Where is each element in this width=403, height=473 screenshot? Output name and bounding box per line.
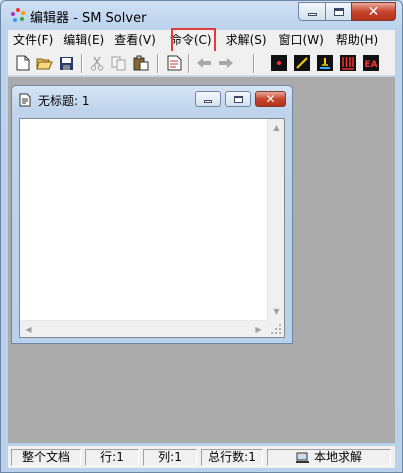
command-icon [167, 55, 181, 71]
support-icon [317, 55, 333, 71]
save-button[interactable] [57, 54, 75, 72]
status-bar: 整个文档 行:1 列:1 总行数:1 本地求解 [8, 446, 395, 468]
text-editor[interactable]: ▲ ▼ ◀ ▶ [19, 118, 285, 338]
minimize-icon [307, 13, 317, 16]
local-solve-icon [295, 452, 309, 463]
window-title: 编辑器 - SM Solver [30, 11, 147, 26]
document-window: 无标题: 1 ✕ ▲ ▼ ◀ ▶ [11, 85, 293, 344]
distributed-load-button[interactable] [339, 54, 357, 72]
app-icon [11, 8, 25, 22]
close-button[interactable]: ✕ [351, 2, 396, 21]
copy-icon [111, 56, 125, 70]
document-icon [19, 93, 31, 107]
toolbar-separator [253, 54, 255, 73]
menu-file[interactable]: 文件(F) [8, 31, 58, 50]
vertical-scrollbar[interactable]: ▲ ▼ [267, 119, 284, 320]
new-file-button[interactable] [14, 54, 32, 72]
toolbar-separator [188, 54, 190, 73]
distributed-load-icon [340, 55, 356, 71]
maximize-button[interactable] [325, 2, 351, 21]
cut-button[interactable] [88, 54, 106, 72]
maximize-icon [333, 7, 344, 16]
status-scope: 整个文档 [11, 449, 81, 466]
point-icon [271, 55, 287, 71]
size-grip-icon [271, 324, 281, 334]
status-total-rows: 总行数:1 [201, 449, 263, 466]
ea-button[interactable]: EA [362, 54, 380, 72]
scroll-right-icon[interactable]: ▶ [250, 321, 267, 338]
paste-button[interactable] [132, 54, 150, 72]
ea-icon-label: EA [364, 60, 377, 70]
doc-maximize-button[interactable] [225, 91, 251, 107]
minimize-button[interactable] [298, 2, 325, 21]
close-icon: ✕ [265, 92, 276, 106]
menu-help[interactable]: 帮助(H) [331, 31, 383, 50]
document-title: 无标题: 1 [38, 94, 90, 108]
status-mode: 本地求解 [313, 450, 362, 464]
doc-minimize-button[interactable] [195, 91, 221, 107]
close-icon: ✕ [367, 3, 380, 20]
toolbar-separator [157, 54, 159, 73]
title-bar[interactable]: 编辑器 - SM Solver ✕ [1, 1, 402, 29]
status-row: 行:1 [85, 449, 139, 466]
scroll-up-icon[interactable]: ▲ [268, 119, 285, 136]
open-button[interactable] [35, 54, 53, 72]
forward-button[interactable] [217, 54, 235, 72]
size-grip[interactable] [267, 320, 284, 337]
copy-button[interactable] [109, 54, 127, 72]
back-button[interactable] [195, 54, 213, 72]
point-button[interactable] [270, 54, 288, 72]
save-icon [59, 56, 73, 70]
cut-icon [90, 56, 104, 71]
line-button[interactable] [293, 54, 311, 72]
toolbar-separator [81, 54, 83, 73]
status-col: 列:1 [143, 449, 197, 466]
new-file-icon [16, 55, 30, 71]
line-icon [294, 55, 310, 71]
status-mode-panel: 本地求解 [267, 449, 391, 466]
horizontal-scrollbar[interactable]: ◀ ▶ [20, 320, 267, 337]
menu-edit[interactable]: 编辑(E) [58, 31, 109, 50]
mdi-workspace: 无标题: 1 ✕ ▲ ▼ ◀ ▶ [8, 77, 395, 443]
back-arrow-icon [197, 58, 211, 68]
doc-close-button[interactable]: ✕ [255, 91, 286, 107]
maximize-icon [233, 95, 243, 103]
menu-window[interactable]: 窗口(W) [274, 31, 329, 50]
command-button[interactable] [165, 54, 183, 72]
menu-solve[interactable]: 求解(S) [221, 31, 272, 50]
open-folder-icon [35, 58, 53, 70]
paste-icon [133, 55, 149, 71]
menu-view[interactable]: 查看(V) [109, 31, 161, 50]
ea-icon: EA [363, 55, 379, 71]
main-window: 编辑器 - SM Solver ✕ 文件(F) 编辑(E) 查看(V) 命令(C… [0, 0, 403, 473]
minimize-icon [204, 100, 212, 103]
forward-arrow-icon [219, 58, 233, 68]
toolbar: EA [8, 51, 395, 76]
support-button[interactable] [316, 54, 334, 72]
scroll-down-icon[interactable]: ▼ [268, 303, 285, 320]
scroll-left-icon[interactable]: ◀ [20, 321, 37, 338]
